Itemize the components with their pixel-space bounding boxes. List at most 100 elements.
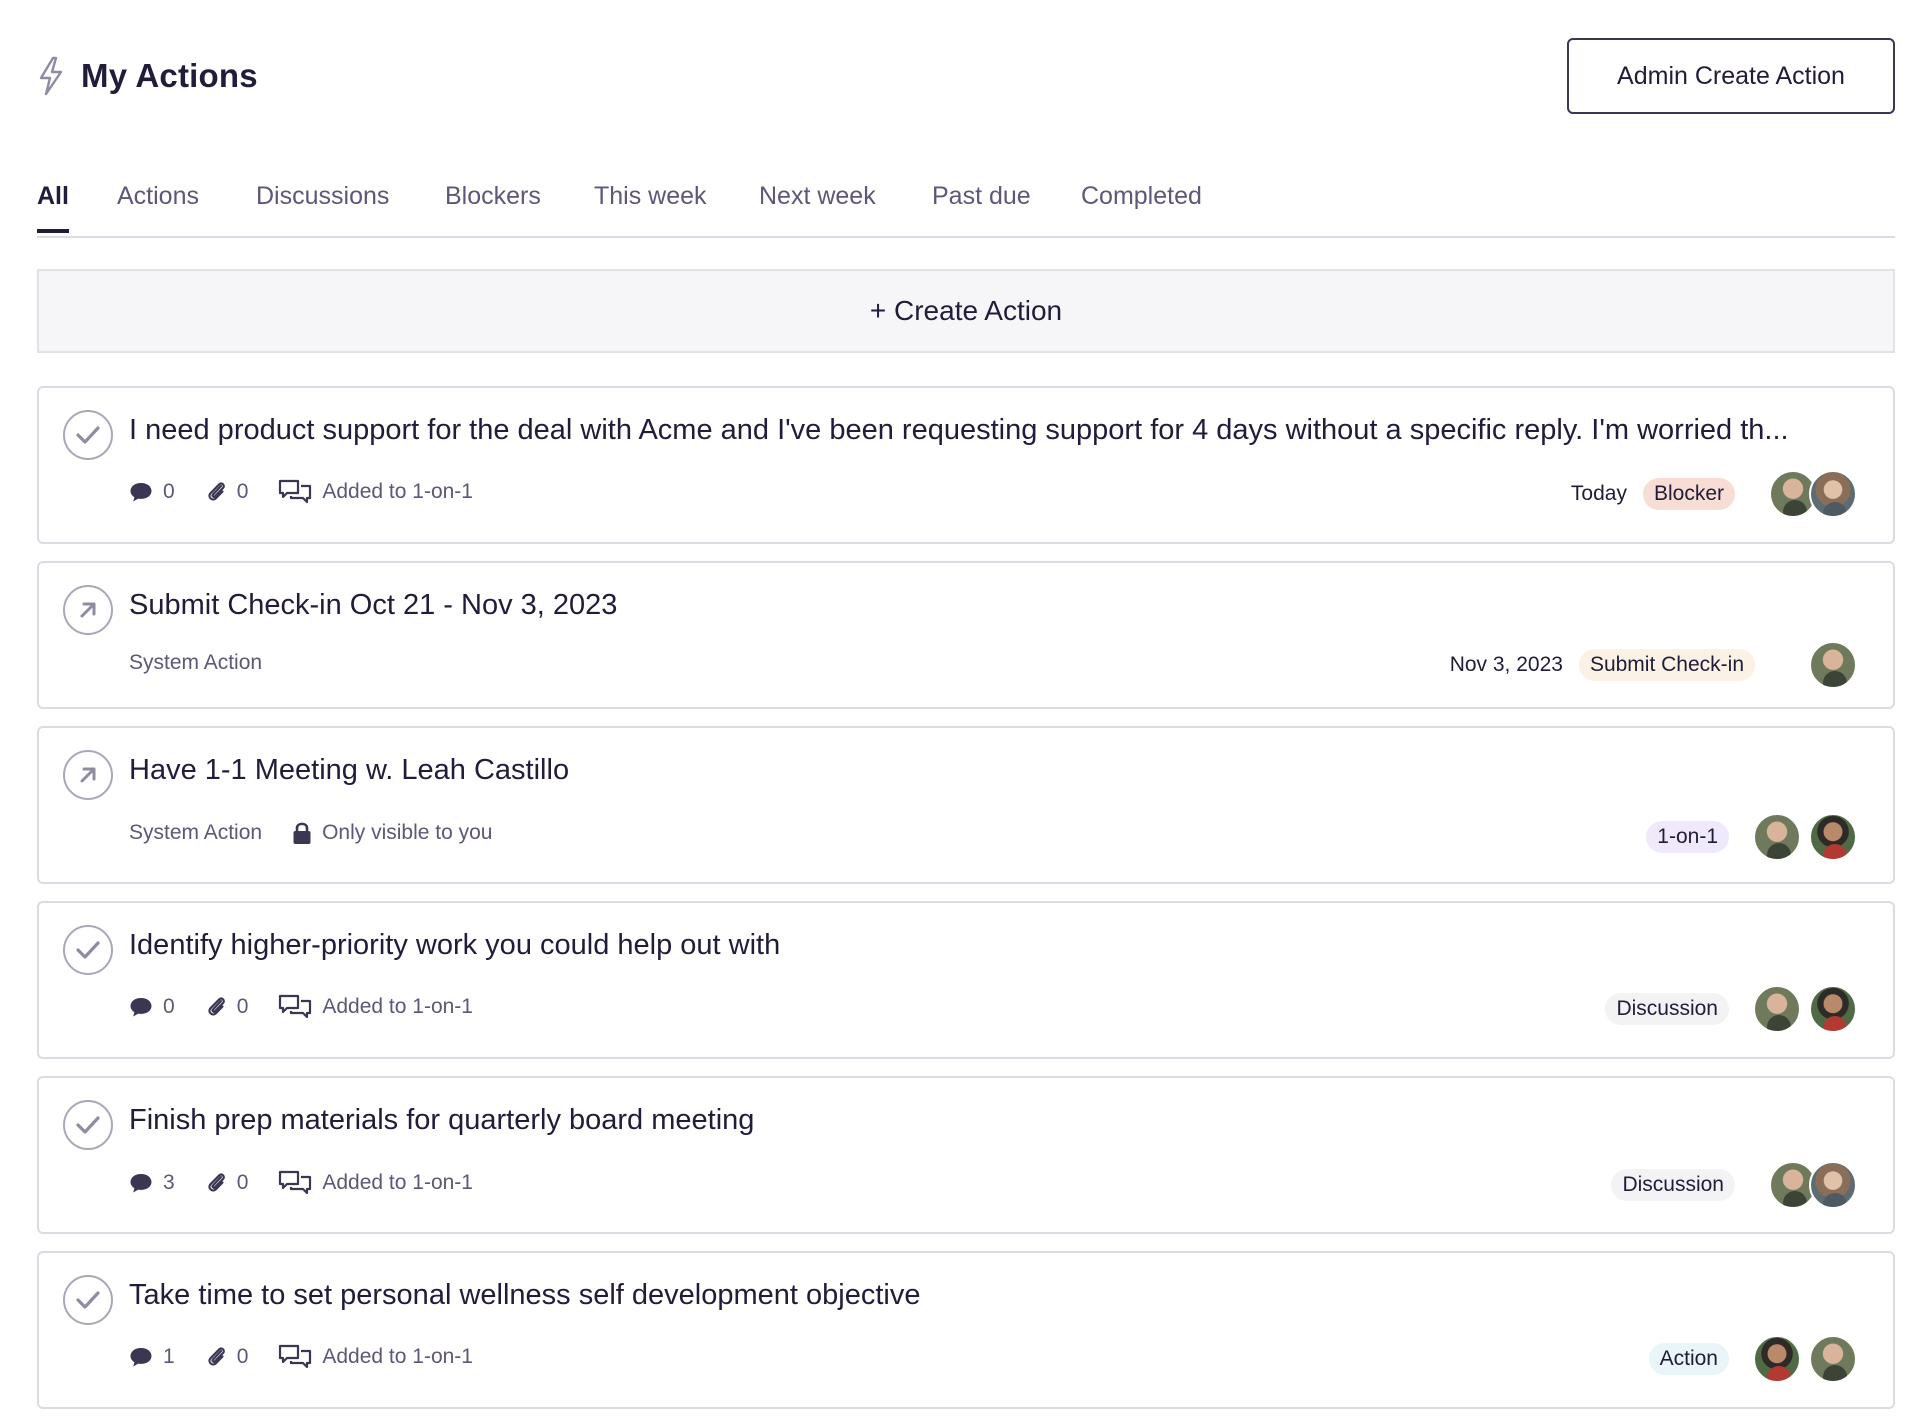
paperclip-icon xyxy=(208,997,225,1016)
avatar xyxy=(1809,1335,1857,1383)
attachment-count-value: 0 xyxy=(236,1171,249,1194)
action-title[interactable]: Finish prep materials for quarterly boar… xyxy=(129,1104,754,1137)
assignee-avatars xyxy=(1753,1335,1857,1383)
action-meta: 1 0 Added to 1-on-1 xyxy=(129,1343,503,1371)
action-meta: System Action xyxy=(129,651,292,675)
tab-blockers[interactable]: Blockers xyxy=(445,182,541,229)
due-date: Nov 3, 2023 xyxy=(1449,653,1563,676)
action-meta: 0 0 Added to 1-on-1 xyxy=(129,993,503,1021)
filter-tabs: All Actions Discussions Blockers This we… xyxy=(37,172,1895,238)
type-badge: Submit Check-in xyxy=(1578,649,1755,681)
chat-bubbles-icon xyxy=(279,1344,312,1369)
added-to-1on1: Added to 1-on-1 xyxy=(278,993,473,1021)
visibility-label: Only visible to you xyxy=(322,821,493,844)
type-badge: 1-on-1 xyxy=(1646,821,1729,853)
action-title[interactable]: Have 1-1 Meeting w. Leah Castillo xyxy=(129,754,569,787)
action-right-meta: 1-on-1 xyxy=(1646,813,1857,861)
action-meta: System Action Only visible to you xyxy=(129,821,522,845)
admin-create-action-button[interactable]: Admin Create Action xyxy=(1567,38,1895,114)
added-label: Added to 1-on-1 xyxy=(322,1171,473,1194)
action-title[interactable]: I need product support for the deal with… xyxy=(129,414,1789,447)
page-title: My Actions xyxy=(81,57,258,94)
chat-bubbles-icon xyxy=(279,1170,312,1195)
avatar xyxy=(1809,470,1857,518)
assignee-avatars xyxy=(1753,985,1857,1033)
comment-count-value: 1 xyxy=(163,1345,175,1368)
action-right-meta: Nov 3, 2023 Submit Check-in xyxy=(1450,641,1857,689)
due-date: Today xyxy=(1570,482,1627,505)
comment-count-value: 0 xyxy=(163,480,175,503)
check-circle-icon[interactable] xyxy=(63,410,113,460)
action-right-meta: Today Blocker xyxy=(1571,470,1857,518)
action-card[interactable]: Submit Check-in Oct 21 - Nov 3, 2023 Sys… xyxy=(37,561,1895,709)
tab-this-week[interactable]: This week xyxy=(594,182,707,229)
comment-count[interactable]: 3 xyxy=(129,1171,175,1195)
tab-all[interactable]: All xyxy=(37,182,69,233)
comment-icon xyxy=(130,1174,152,1193)
attachment-count[interactable]: 0 xyxy=(205,1171,249,1195)
avatar xyxy=(1809,813,1857,861)
type-badge: Action xyxy=(1648,1343,1729,1375)
check-circle-icon[interactable] xyxy=(63,925,113,975)
title-wrap: My Actions xyxy=(37,56,258,96)
comment-icon xyxy=(130,1348,152,1367)
create-action-button[interactable]: + Create Action xyxy=(37,269,1895,353)
tab-completed[interactable]: Completed xyxy=(1081,182,1202,229)
attachment-count[interactable]: 0 xyxy=(205,480,249,504)
check-circle-icon[interactable] xyxy=(63,1100,113,1150)
paperclip-icon xyxy=(208,1173,225,1192)
tab-next-week[interactable]: Next week xyxy=(759,182,876,229)
action-meta: 0 0 Added to 1-on-1 xyxy=(129,478,503,506)
comment-icon xyxy=(130,998,152,1017)
action-title[interactable]: Take time to set personal wellness self … xyxy=(129,1279,920,1312)
comment-icon xyxy=(130,483,152,502)
system-action-label: System Action xyxy=(129,651,263,674)
check-circle-icon[interactable] xyxy=(63,1275,113,1325)
action-card[interactable]: Identify higher-priority work you could … xyxy=(37,901,1895,1059)
added-to-1on1: Added to 1-on-1 xyxy=(278,1169,473,1197)
added-label: Added to 1-on-1 xyxy=(322,480,473,503)
action-card[interactable]: I need product support for the deal with… xyxy=(37,386,1895,544)
arrow-up-right-circle-icon[interactable] xyxy=(63,585,113,635)
attachment-count-value: 0 xyxy=(236,995,249,1018)
tab-past-due[interactable]: Past due xyxy=(932,182,1031,229)
visibility-note: Only visible to you xyxy=(292,821,492,845)
action-card[interactable]: Have 1-1 Meeting w. Leah Castillo System… xyxy=(37,726,1895,884)
comment-count[interactable]: 0 xyxy=(129,480,175,504)
comment-count[interactable]: 0 xyxy=(129,995,175,1019)
action-meta: 3 0 Added to 1-on-1 xyxy=(129,1169,503,1197)
paperclip-icon xyxy=(208,482,225,501)
assignee-avatars xyxy=(1769,470,1857,518)
comment-count-value: 3 xyxy=(163,1171,175,1194)
page-header: My Actions Admin Create Action xyxy=(37,38,1895,118)
avatar xyxy=(1753,1335,1801,1383)
action-title[interactable]: Submit Check-in Oct 21 - Nov 3, 2023 xyxy=(129,589,617,622)
added-to-1on1: Added to 1-on-1 xyxy=(278,1343,473,1371)
tab-discussions[interactable]: Discussions xyxy=(256,182,389,229)
tab-actions[interactable]: Actions xyxy=(117,182,199,229)
attachment-count-value: 0 xyxy=(236,480,249,503)
assignee-avatars xyxy=(1769,1161,1857,1209)
attachment-count-value: 0 xyxy=(236,1345,249,1368)
attachment-count[interactable]: 0 xyxy=(205,995,249,1019)
assignee-avatars xyxy=(1809,641,1857,689)
avatar xyxy=(1809,1161,1857,1209)
chat-bubbles-icon xyxy=(279,994,312,1019)
system-action-label: System Action xyxy=(129,821,263,844)
attachment-count[interactable]: 0 xyxy=(205,1345,249,1369)
action-card[interactable]: Finish prep materials for quarterly boar… xyxy=(37,1076,1895,1234)
type-badge: Blocker xyxy=(1642,478,1735,510)
arrow-up-right-circle-icon[interactable] xyxy=(63,750,113,800)
avatar xyxy=(1753,985,1801,1033)
action-right-meta: Discussion xyxy=(1605,985,1857,1033)
comment-count[interactable]: 1 xyxy=(129,1345,175,1369)
avatar xyxy=(1809,641,1857,689)
action-title[interactable]: Identify higher-priority work you could … xyxy=(129,929,780,962)
action-card[interactable]: Take time to set personal wellness self … xyxy=(37,1251,1895,1409)
added-label: Added to 1-on-1 xyxy=(322,995,473,1018)
type-badge: Discussion xyxy=(1611,1169,1735,1201)
lock-icon xyxy=(293,822,311,844)
comment-count-value: 0 xyxy=(163,995,175,1018)
action-right-meta: Action xyxy=(1648,1335,1857,1383)
action-right-meta: Discussion xyxy=(1611,1161,1857,1209)
